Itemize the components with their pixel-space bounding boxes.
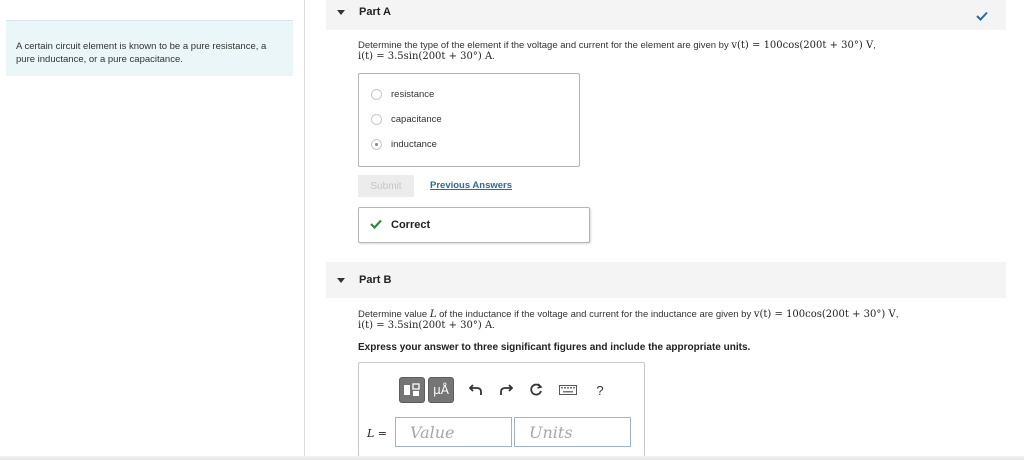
units-icon[interactable]: μÅ	[428, 377, 454, 403]
choice-inductance[interactable]: inductance	[371, 139, 437, 150]
caret-down-icon[interactable]	[337, 9, 345, 15]
choice-label: resistance	[391, 89, 435, 100]
bottom-edge	[0, 456, 1024, 460]
help-icon[interactable]: ?	[589, 377, 611, 403]
math-toolbar: μÅ ?	[399, 375, 611, 405]
units-input[interactable]	[514, 417, 631, 447]
radio-button[interactable]	[371, 114, 382, 125]
current-equation: i(t) = 3.5sin(200t + 30°) A	[358, 320, 493, 331]
value-input[interactable]	[395, 417, 512, 447]
separator: ,	[873, 40, 876, 51]
units-button-label: μÅ	[433, 383, 449, 397]
voltage-equation: v(t) = 100cos(200t + 30°) V	[731, 40, 874, 51]
radio-button[interactable]	[371, 89, 382, 100]
separator: ,	[895, 309, 899, 320]
choice-label: capacitance	[391, 114, 442, 125]
feedback-box: Correct	[358, 207, 590, 243]
answer-box: μÅ ? L =	[358, 362, 645, 457]
question-end: .	[492, 320, 495, 331]
templates-icon[interactable]	[399, 377, 425, 403]
voltage-equation: v(t) = 100cos(200t + 30°) V	[753, 309, 896, 320]
reset-icon[interactable]	[525, 377, 547, 403]
part-b-header[interactable]: Part B	[326, 262, 1006, 298]
question-text: Determine the type of the element if the…	[358, 40, 732, 51]
choice-capacitance[interactable]: capacitance	[371, 114, 442, 125]
equation-label: L =	[367, 427, 388, 440]
part-b-title: Part B	[359, 274, 392, 286]
keyboard-icon[interactable]	[555, 377, 581, 403]
submit-button[interactable]: Submit	[358, 175, 414, 197]
radio-button-selected[interactable]	[371, 139, 382, 150]
choice-label: inductance	[391, 139, 437, 150]
checkmark-icon	[370, 216, 382, 234]
feedback-label: Correct	[391, 219, 431, 231]
question-text: Determine value	[358, 309, 430, 320]
checkmark-icon	[976, 8, 988, 26]
answer-instructions: Express your answer to three significant…	[358, 342, 751, 353]
question-text: of the inductance if the voltage and cur…	[436, 309, 754, 320]
undo-icon[interactable]	[465, 377, 487, 403]
redo-icon[interactable]	[495, 377, 517, 403]
part-a-question: Determine the type of the element if the…	[358, 40, 998, 62]
choice-resistance[interactable]: resistance	[371, 89, 434, 100]
choice-list: resistance capacitance inductance	[358, 73, 580, 167]
part-a-header[interactable]: Part A	[326, 0, 1006, 30]
part-b-question: Determine value L of the inductance if t…	[358, 309, 998, 331]
intro-panel: A certain circuit element is known to be…	[6, 20, 293, 76]
previous-answers-link[interactable]: Previous Answers	[430, 180, 512, 191]
column-divider	[304, 0, 305, 460]
part-a-title: Part A	[359, 6, 391, 18]
intro-text: A certain circuit element is known to be…	[16, 41, 267, 65]
question-end: .	[492, 51, 495, 62]
current-equation: i(t) = 3.5sin(200t + 30°) A	[358, 51, 493, 62]
caret-down-icon[interactable]	[337, 277, 345, 283]
